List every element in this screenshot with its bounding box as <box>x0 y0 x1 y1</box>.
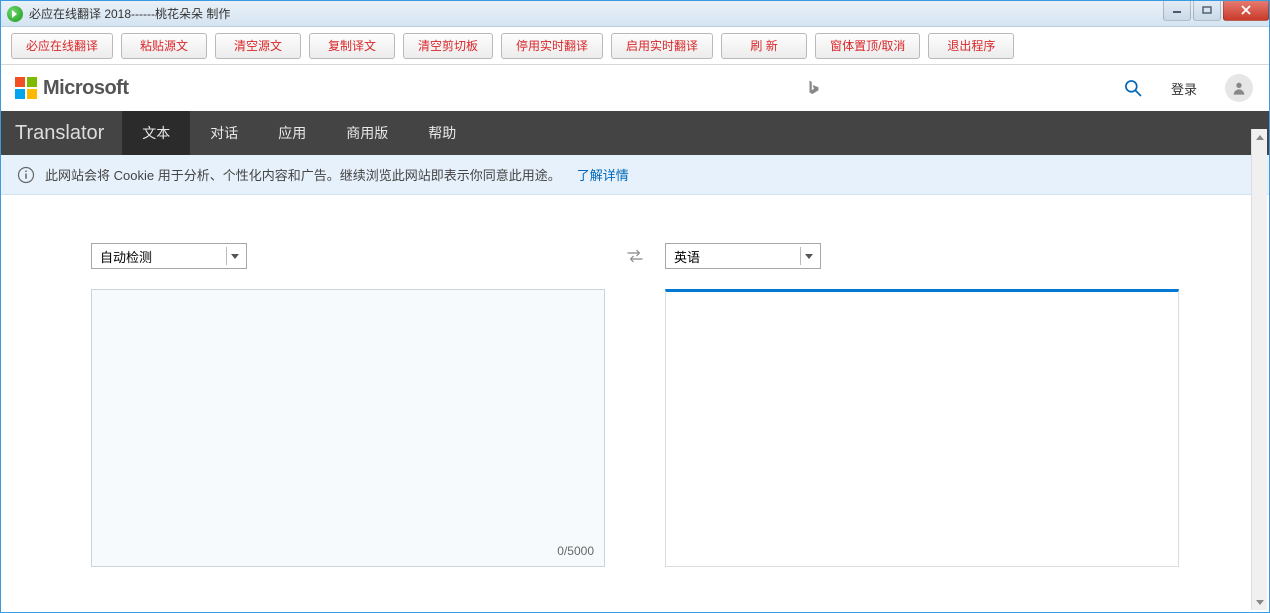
source-text-panel[interactable]: 0/5000 <box>91 289 605 567</box>
target-language-select[interactable]: 英语 <box>665 243 821 269</box>
close-button[interactable] <box>1223 1 1269 21</box>
toolbar-enable-realtime-button[interactable]: 启用实时翻译 <box>611 33 713 59</box>
header-right: 登录 <box>1123 74 1253 102</box>
maximize-icon <box>1202 6 1212 14</box>
maximize-button[interactable] <box>1193 1 1221 21</box>
source-language-value: 自动检测 <box>100 247 152 266</box>
content-area: Microsoft 登录 Trans <box>1 65 1269 612</box>
microsoft-logo-text: Microsoft <box>43 77 129 100</box>
cookie-text: 此网站会将 Cookie 用于分析、个性化内容和广告。继续浏览此网站即表示你同意… <box>45 165 561 184</box>
window-controls <box>1161 1 1269 21</box>
toolbar-exit-button[interactable]: 退出程序 <box>928 33 1014 59</box>
close-icon <box>1240 5 1252 15</box>
user-icon <box>1231 80 1247 96</box>
scroll-up-button[interactable] <box>1253 129 1267 145</box>
chevron-down-icon <box>800 247 816 265</box>
toolbar-bing-translate-button[interactable]: 必应在线翻译 <box>11 33 113 59</box>
minimize-button[interactable] <box>1163 1 1191 21</box>
microsoft-logo-icon <box>15 77 37 99</box>
minimize-icon <box>1172 6 1182 14</box>
avatar[interactable] <box>1225 74 1253 102</box>
target-language-value: 英语 <box>674 247 700 266</box>
app-window: 必应在线翻译 2018------桃花朵朵 制作 必应在线翻译 粘贴源文 清空源… <box>0 0 1270 613</box>
login-link[interactable]: 登录 <box>1171 79 1197 98</box>
nav-item-help[interactable]: 帮助 <box>408 111 476 155</box>
swap-languages-icon[interactable] <box>626 249 644 263</box>
vertical-scrollbar[interactable] <box>1251 129 1267 610</box>
language-row: 自动检测 英语 <box>91 243 1179 269</box>
search-icon[interactable] <box>1123 78 1143 98</box>
toolbar-clear-source-button[interactable]: 清空源文 <box>215 33 301 59</box>
nav-item-apps[interactable]: 应用 <box>258 111 326 155</box>
app-icon <box>7 6 23 22</box>
toolbar-clear-clipboard-button[interactable]: 清空剪切板 <box>403 33 493 59</box>
chevron-down-icon <box>226 247 242 265</box>
toolbar-copy-translation-button[interactable]: 复制译文 <box>309 33 395 59</box>
toolbar-disable-realtime-button[interactable]: 停用实时翻译 <box>501 33 603 59</box>
toolbar-pin-toggle-button[interactable]: 窗体置顶/取消 <box>815 33 920 59</box>
nav-bar: Translator 文本 对话 应用 商用版 帮助 <box>1 111 1269 155</box>
target-text-panel <box>665 289 1179 567</box>
panels-row: 0/5000 <box>91 289 1179 567</box>
info-icon <box>17 166 35 184</box>
cookie-banner: 此网站会将 Cookie 用于分析、个性化内容和广告。继续浏览此网站即表示你同意… <box>1 155 1269 195</box>
window-title: 必应在线翻译 2018------桃花朵朵 制作 <box>29 5 1161 22</box>
translator-body: 自动检测 英语 <box>1 195 1269 612</box>
cookie-learn-more-link[interactable]: 了解详情 <box>577 165 629 184</box>
microsoft-logo[interactable]: Microsoft <box>15 77 129 100</box>
nav-brand[interactable]: Translator <box>15 111 122 155</box>
nav-item-conversation[interactable]: 对话 <box>190 111 258 155</box>
toolbar-paste-source-button[interactable]: 粘贴源文 <box>121 33 207 59</box>
toolbar-refresh-button[interactable]: 刷 新 <box>721 33 807 59</box>
char-count: 0/5000 <box>557 544 594 558</box>
nav-item-text[interactable]: 文本 <box>122 111 190 155</box>
scroll-down-button[interactable] <box>1253 594 1267 610</box>
source-language-select[interactable]: 自动检测 <box>91 243 247 269</box>
nav-item-business[interactable]: 商用版 <box>326 111 408 155</box>
toolbar: 必应在线翻译 粘贴源文 清空源文 复制译文 清空剪切板 停用实时翻译 启用实时翻… <box>1 27 1269 65</box>
microsoft-header: Microsoft 登录 <box>1 65 1269 111</box>
bing-icon[interactable] <box>805 77 823 99</box>
titlebar[interactable]: 必应在线翻译 2018------桃花朵朵 制作 <box>1 1 1269 27</box>
